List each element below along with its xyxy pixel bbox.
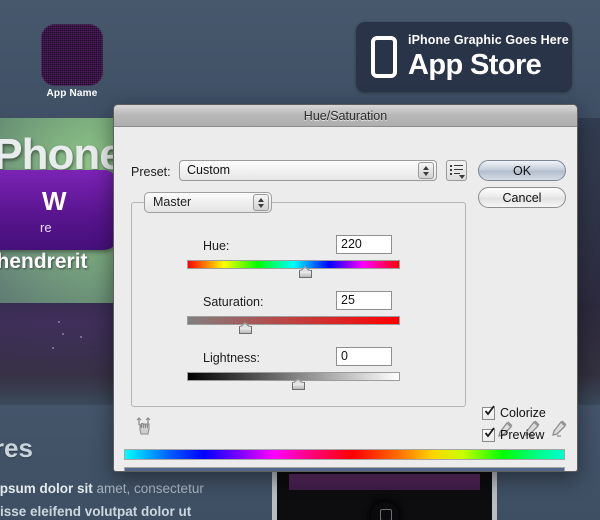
hand-adjust-icon[interactable] (134, 416, 156, 438)
channel-stepper[interactable] (253, 194, 269, 211)
lightness-label: Lightness: (203, 351, 260, 365)
preset-label: Preset: (131, 165, 171, 179)
chevron-down-icon (423, 172, 429, 176)
preset-stepper[interactable] (418, 162, 434, 179)
badge-title: App Store (408, 49, 542, 81)
iphone-mockup (272, 470, 497, 520)
input-spectrum-bar (124, 449, 565, 460)
preview-checkbox[interactable] (482, 427, 495, 442)
app-store-badge: iPhone Graphic Goes Here App Store (356, 22, 572, 92)
cta-main-label: W (42, 186, 67, 216)
lightness-slider-thumb[interactable] (292, 378, 305, 390)
lorem1-bold: n ipsum dolor sit (0, 481, 93, 496)
saturation-input[interactable]: 25 (336, 291, 392, 310)
lightness-input[interactable]: 0 (336, 347, 392, 366)
dialog-titlebar[interactable]: Hue/Saturation (114, 105, 577, 127)
colorize-label: Colorize (500, 406, 546, 420)
dialog-body: Preset: Custom OK Cancel Master Hue: 220… (114, 127, 577, 471)
eyedropper-minus-icon[interactable] (548, 418, 570, 440)
hue-saturation-dialog: Hue/Saturation Preset: Custom OK Cancel … (113, 104, 578, 472)
colorize-checkbox[interactable] (482, 405, 495, 420)
saturation-label: Saturation: (203, 295, 264, 309)
phone-outline-icon (371, 36, 397, 78)
menu-line (454, 165, 463, 166)
lightness-slider-track[interactable] (187, 372, 400, 390)
app-icon (41, 24, 103, 86)
chevron-down-icon (258, 204, 264, 208)
chevron-down-icon (459, 175, 465, 179)
menu-bullet (450, 173, 452, 175)
hero-body-line-2: at hendrerit (0, 250, 88, 273)
channel-value: Master (153, 195, 192, 209)
check-icon (484, 427, 495, 438)
features-heading: ures (0, 433, 33, 463)
saturation-slider-thumb[interactable] (239, 322, 252, 334)
cta-sub-label: re (40, 220, 52, 235)
menu-bullet (450, 169, 452, 171)
iphone-screen (289, 474, 480, 490)
chevron-up-icon (258, 198, 264, 202)
sparkle-dot (62, 333, 64, 335)
dialog-title: Hue/Saturation (303, 109, 388, 123)
preset-value: Custom (187, 163, 231, 177)
lorem1-rest: amet, consectetur (92, 481, 204, 496)
ok-button[interactable]: OK (478, 160, 566, 181)
screen: App Name iPhone Graphic Goes Here App St… (0, 0, 600, 520)
iphone-home-button (370, 502, 399, 520)
channel-dropdown[interactable]: Master (144, 192, 272, 213)
output-result-bar (124, 467, 565, 471)
features-body-line-2: endisse eleifend volutpat dolor ut (0, 504, 192, 519)
preset-dropdown[interactable]: Custom (179, 160, 437, 181)
cancel-button[interactable]: Cancel (478, 187, 566, 208)
sparkle-dot (58, 321, 60, 323)
hue-input[interactable]: 220 (336, 235, 392, 254)
hue-label: Hue: (203, 239, 230, 253)
saturation-slider-track[interactable] (187, 316, 400, 334)
preset-menu-icon[interactable] (446, 160, 467, 181)
app-icon-label: App Name (46, 88, 98, 99)
hue-slider-track[interactable] (187, 260, 400, 278)
check-icon (484, 405, 495, 416)
menu-bullet (450, 165, 452, 167)
sparkle-dot (52, 347, 54, 349)
preview-label: Preview (500, 428, 545, 442)
hue-slider-thumb[interactable] (299, 266, 312, 278)
badge-caption: iPhone Graphic Goes Here (408, 33, 569, 47)
color-bars (124, 449, 565, 471)
cta-button[interactable]: W re (0, 170, 118, 250)
menu-line (454, 169, 463, 170)
sparkle-dot (80, 336, 82, 338)
features-body-line-1: n ipsum dolor sit amet, consectetur (0, 481, 204, 496)
chevron-up-icon (423, 166, 429, 170)
menu-line (454, 173, 460, 174)
